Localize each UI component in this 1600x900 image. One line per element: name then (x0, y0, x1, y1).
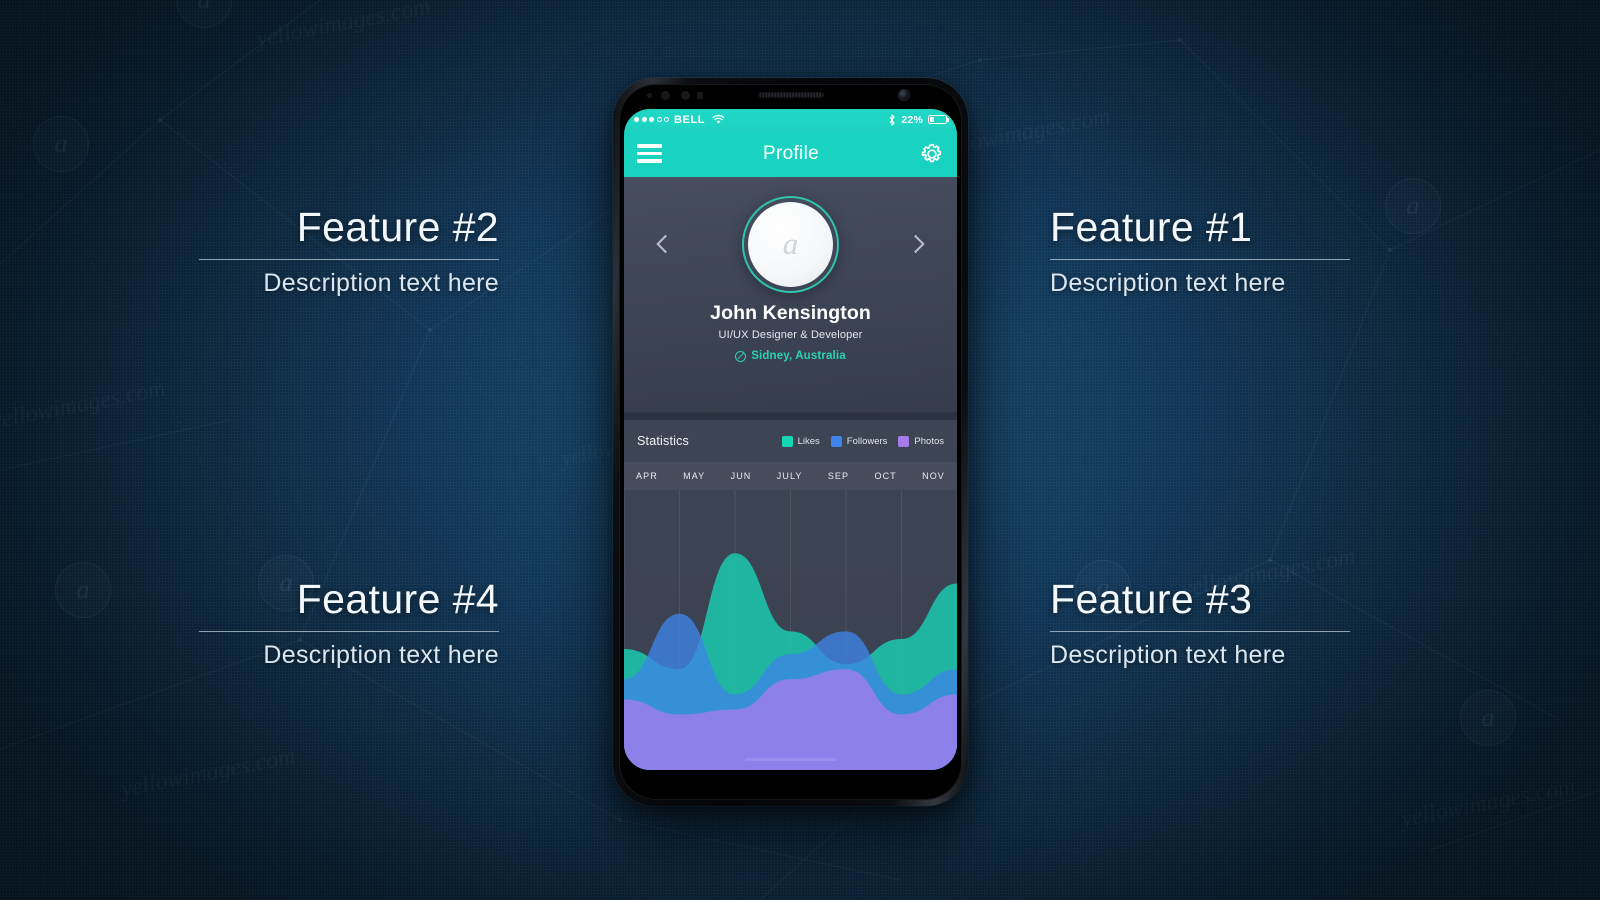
legend-swatch (781, 435, 793, 447)
legend-item-followers[interactable]: Followers (830, 435, 888, 447)
feature-callout-2: Feature #2 Description text here (199, 204, 499, 298)
iris-sensor-icon (681, 91, 690, 100)
avatar-ring: a (742, 195, 839, 293)
home-indicator (744, 758, 837, 761)
profile-role: UI/UX Designer & Developer (718, 329, 863, 341)
chart-canvas (624, 490, 957, 770)
statistics-header: Statistics Likes Followers Photos (624, 420, 957, 462)
led-indicator-icon (697, 92, 703, 99)
month-label: SEP (827, 471, 850, 481)
legend-label: Followers (846, 435, 888, 447)
battery-percent-label: 22% (901, 113, 923, 126)
phone-mockup: BELL 22% Profile a John Kensington UI/UX… (613, 78, 968, 806)
month-label: OCT (874, 471, 897, 481)
feature-divider (199, 259, 499, 261)
legend-label: Photos (914, 435, 944, 447)
bluetooth-icon (889, 113, 895, 126)
legend-swatch (830, 435, 842, 447)
feature-title: Feature #2 (296, 204, 499, 250)
profile-location-label: Sidney, Australia (751, 350, 846, 362)
legend-item-likes[interactable]: Likes (781, 435, 820, 447)
feature-callout-1: Feature #1 Description text here (1050, 204, 1350, 298)
phone-top-bezel (619, 84, 962, 109)
gear-icon[interactable] (920, 142, 944, 166)
feature-callout-4: Feature #4 Description text here (199, 576, 499, 670)
chevron-left-icon[interactable] (656, 234, 675, 254)
feature-callout-3: Feature #3 Description text here (1050, 576, 1350, 670)
month-label: MAY (683, 471, 706, 481)
hamburger-menu-icon[interactable] (637, 141, 662, 165)
statistics-area-chart[interactable] (624, 490, 957, 770)
feature-title: Feature #3 (1050, 576, 1253, 622)
app-nav-bar: Profile (624, 130, 957, 177)
battery-icon (928, 115, 950, 124)
phone-screen: BELL 22% Profile a John Kensington UI/UX… (624, 109, 957, 770)
earpiece-speaker (757, 92, 824, 98)
avatar[interactable]: a (748, 201, 833, 287)
chart-legend: Likes Followers Photos (781, 435, 944, 447)
feature-title: Feature #4 (296, 576, 499, 622)
feature-divider (1050, 631, 1350, 633)
light-sensor-icon (661, 91, 670, 100)
month-label: APR (636, 471, 658, 481)
profile-location: Sidney, Australia (735, 350, 846, 362)
statistics-title: Statistics (637, 434, 690, 448)
location-pin-icon (735, 350, 747, 362)
phone-bezel: BELL 22% Profile a John Kensington UI/UX… (619, 84, 962, 800)
status-bar: BELL 22% (624, 109, 957, 130)
feature-description: Description text here (1050, 641, 1286, 670)
legend-item-photos[interactable]: Photos (898, 435, 944, 447)
profile-name: John Kensington (710, 302, 871, 324)
carrier-label: BELL (674, 113, 706, 126)
profile-section: a John Kensington UI/UX Designer & Devel… (624, 177, 957, 412)
legend-swatch (898, 435, 910, 447)
legend-label: Likes (797, 435, 820, 447)
wifi-icon (712, 114, 725, 124)
chart-x-axis-labels: APR MAY JUN JULY SEP OCT NOV (624, 462, 957, 490)
front-camera-icon (899, 90, 909, 100)
feature-description: Description text here (263, 641, 499, 670)
month-label: JULY (776, 471, 803, 481)
month-label: NOV (922, 471, 945, 481)
feature-title: Feature #1 (1050, 204, 1253, 250)
avatar-carousel: a (624, 191, 957, 297)
signal-strength-icon (634, 117, 669, 122)
status-bar-right: 22% (888, 113, 950, 126)
feature-description: Description text here (1050, 269, 1286, 298)
feature-description: Description text here (263, 269, 499, 298)
page-title: Profile (763, 142, 819, 164)
feature-divider (1050, 259, 1350, 261)
statistics-section: Statistics Likes Followers Photos APR MA… (624, 420, 957, 770)
proximity-sensor-icon (647, 93, 652, 98)
feature-divider (199, 631, 499, 633)
month-label: JUN (730, 471, 752, 481)
chevron-right-icon[interactable] (906, 234, 925, 254)
